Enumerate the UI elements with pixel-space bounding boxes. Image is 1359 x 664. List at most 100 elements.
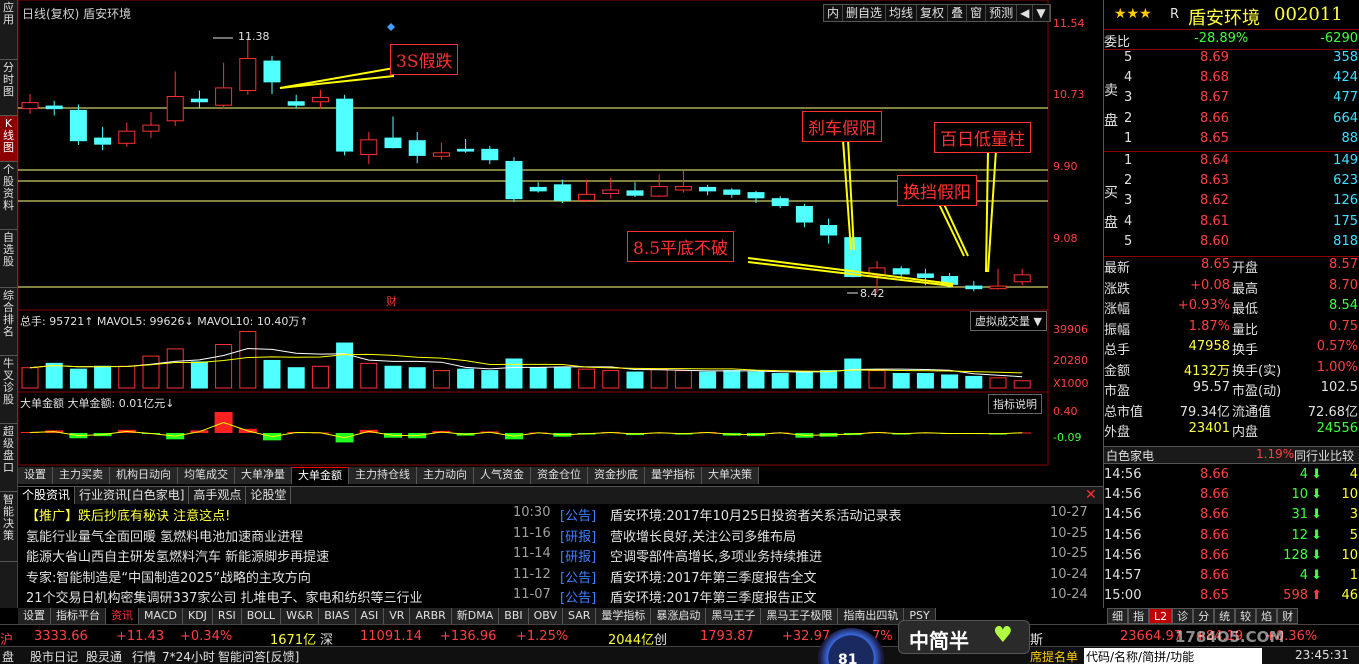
indicator-tab-9[interactable]: 资金仓位 [531, 467, 588, 484]
nav-tab-ranking[interactable]: 综合排名 [0, 288, 17, 356]
quote-tab-8[interactable]: 财 [1277, 608, 1299, 624]
quote-tab-6[interactable]: 较 [1235, 608, 1257, 624]
bottom-tab-0[interactable]: 设置 [18, 608, 51, 624]
toolbar-dropdown-icon[interactable]: ▼ [1033, 5, 1050, 21]
indicator-tab-11[interactable]: 量学指标 [645, 467, 702, 484]
industry-compare-link[interactable]: 同行业比较 [1294, 447, 1354, 464]
bottom-tab-9[interactable]: ASI [356, 608, 385, 624]
indicator-tab-1[interactable]: 主力买卖 [53, 467, 110, 484]
close-icon[interactable]: ✕ [1085, 487, 1097, 503]
buy-level-row[interactable]: 4 8.61 175 [1104, 214, 1359, 234]
nav-tab-smart-decision[interactable]: 智能决策 [0, 492, 17, 562]
status-stock-diary[interactable]: 股市日记 [30, 648, 78, 664]
finance-mark[interactable]: 财 [386, 293, 397, 309]
status-quotes[interactable]: 行情 [132, 648, 156, 664]
status-smart-qa[interactable]: 智能问答[反馈] [218, 648, 299, 664]
bottom-tab-14[interactable]: OBV [529, 608, 564, 624]
nav-tab-kline[interactable]: K线图 [0, 116, 17, 162]
nav-tab-super-panel[interactable]: 超级盘口 [0, 424, 17, 492]
toolbar-forecast-button[interactable]: 预测 [986, 5, 1018, 21]
quote-tab-2[interactable]: L2 [1149, 608, 1173, 624]
buy-level-row[interactable]: 5 8.60 818 [1104, 234, 1359, 254]
news-item-right[interactable]: 盾安环境:2017年第三季度报告全文 [610, 567, 816, 586]
status-panel[interactable]: 盘 [2, 648, 14, 664]
news-tab-0[interactable]: 个股资讯 [18, 487, 76, 504]
sell-level-row[interactable]: 1 8.65 88 [1104, 131, 1359, 151]
news-item-right[interactable]: 营收增长良好,关注公司多维布局 [610, 526, 796, 545]
indicator-tab-3[interactable]: 均笔成交 [178, 467, 235, 484]
indicator-tab-2[interactable]: 机构日动向 [110, 467, 178, 484]
bottom-tab-6[interactable]: BOLL [242, 608, 282, 624]
bottom-tab-8[interactable]: BIAS [319, 608, 356, 624]
buy-level-row[interactable]: 2 8.63 623 [1104, 173, 1359, 193]
toolbar-prev-icon[interactable]: ◀ [1017, 5, 1034, 21]
indicator-tab-5[interactable]: 大单金额 [292, 467, 349, 484]
bottom-tab-1[interactable]: 指标平台 [51, 608, 106, 624]
indicator-tab-6[interactable]: 主力持仓线 [349, 467, 417, 484]
nav-tab-intraday[interactable]: 分时图 [0, 60, 17, 116]
toolbar-ma-button[interactable]: 均线 [886, 5, 918, 21]
cy-index[interactable]: 1793.87 [700, 629, 754, 644]
bottom-tab-12[interactable]: 新DMA [452, 608, 500, 624]
indicator-tab-4[interactable]: 大单净量 [235, 467, 292, 484]
news-tab-2[interactable]: 高手观点 [189, 487, 247, 504]
nav-tab-app[interactable]: 应用 [0, 0, 17, 60]
news-item-right[interactable]: 空调零部件高增长,多项业务持续推进 [610, 546, 822, 565]
sell-level-row[interactable]: 5 8.69 358 [1104, 50, 1359, 70]
indicator-tab-0[interactable]: 设置 [18, 467, 53, 484]
bottom-tab-3[interactable]: MACD [139, 608, 183, 624]
news-item-right[interactable]: 盾安环境:2017年10月25日投资者关系活动记录表 [610, 505, 902, 524]
indicator-tab-8[interactable]: 人气资金 [474, 467, 531, 484]
indicator-help-button[interactable]: 指标说明 [988, 394, 1042, 414]
bottom-tab-20[interactable]: 指南出四轨 [838, 608, 905, 624]
bottom-tab-5[interactable]: RSI [213, 608, 242, 624]
indicator-tab-10[interactable]: 资金抄底 [588, 467, 645, 484]
volume-type-dropdown[interactable]: 虚拟成交量 ▼ [970, 311, 1047, 331]
toolbar-window-button[interactable]: 窗 [967, 5, 987, 21]
status-stock-link[interactable]: 股灵通 [86, 648, 122, 664]
sell-level-row[interactable]: 2 8.66 664 [1104, 111, 1359, 131]
news-item-left[interactable]: 氢能行业量气全面回暖 氢燃料电池加速商业进程 [26, 526, 303, 545]
buy-level-row[interactable]: 3 8.62 126 [1104, 193, 1359, 213]
quote-tab-0[interactable]: 细 [1107, 608, 1128, 624]
bottom-tab-19[interactable]: 黑马王子极限 [761, 608, 839, 624]
toolbar-adjust-button[interactable]: 复权 [917, 5, 949, 21]
quote-tab-1[interactable]: 指 [1128, 608, 1149, 624]
bottom-tab-16[interactable]: 量学指标 [596, 608, 652, 624]
news-item-left[interactable]: 专家:智能制造是“中国制造2025”战略的主攻方向 [26, 567, 311, 586]
bottom-tab-13[interactable]: BBI [499, 608, 529, 624]
sell-level-row[interactable]: 4 8.68 424 [1104, 70, 1359, 90]
news-tab-3[interactable]: 论股堂 [246, 487, 292, 504]
toolbar-overlay-button[interactable]: 叠 [948, 5, 968, 21]
sh-index[interactable]: 3333.66 [34, 629, 88, 644]
bottom-tab-11[interactable]: ARBR [410, 608, 452, 624]
kline-chart[interactable] [18, 0, 1103, 486]
toolbar-delete-watch-button[interactable]: 删自选 [843, 5, 887, 21]
bottom-tab-18[interactable]: 黑马王子 [706, 608, 762, 624]
sell-level-row[interactable]: 3 8.67 477 [1104, 90, 1359, 110]
quote-tab-5[interactable]: 统 [1214, 608, 1236, 624]
bottom-tab-4[interactable]: KDJ [183, 608, 213, 624]
indicator-tab-7[interactable]: 主力动向 [417, 467, 474, 484]
quote-tab-7[interactable]: 焰 [1256, 608, 1278, 624]
news-item-right[interactable]: 盾安环境:2017年第三季度报告正文 [610, 587, 816, 606]
toolbar-inner-button[interactable]: 内 [824, 5, 844, 21]
buy-level-row[interactable]: 1 8.64 149 [1104, 153, 1359, 173]
status-nominee[interactable]: 席提名单 [1030, 648, 1078, 664]
nav-tab-profile[interactable]: 个股资料 [0, 162, 17, 230]
other-index[interactable]: 23664.97 [1120, 629, 1182, 644]
bottom-tab-7[interactable]: W&R [281, 608, 320, 624]
quote-tab-3[interactable]: 诊 [1172, 608, 1194, 624]
bottom-tab-2[interactable]: 资讯 [106, 608, 139, 624]
bottom-tab-10[interactable]: VR [384, 608, 411, 624]
news-item-left[interactable]: 21个交易日机构密集调研337家公司 扎堆电子、家电和纺织等三行业 [26, 587, 423, 606]
news-tab-1[interactable]: 行业资讯[白色家电] [75, 487, 190, 504]
news-item-left[interactable]: 能源大省山西自主研发氢燃料汽车 新能源脚步再提速 [26, 546, 329, 565]
indicator-tab-12[interactable]: 大单决策 [702, 467, 759, 484]
news-item-left[interactable]: 【推广】跌后抄底有秘诀 注意这点! [26, 505, 230, 524]
code-search-input[interactable]: 代码/名称/简拼/功能 [1084, 648, 1262, 664]
bottom-tab-17[interactable]: 暴涨启动 [651, 608, 707, 624]
status-24h[interactable]: 7*24小时 [162, 648, 215, 664]
quote-tab-4[interactable]: 分 [1193, 608, 1215, 624]
nav-tab-watchlist[interactable]: 自选股 [0, 230, 17, 288]
